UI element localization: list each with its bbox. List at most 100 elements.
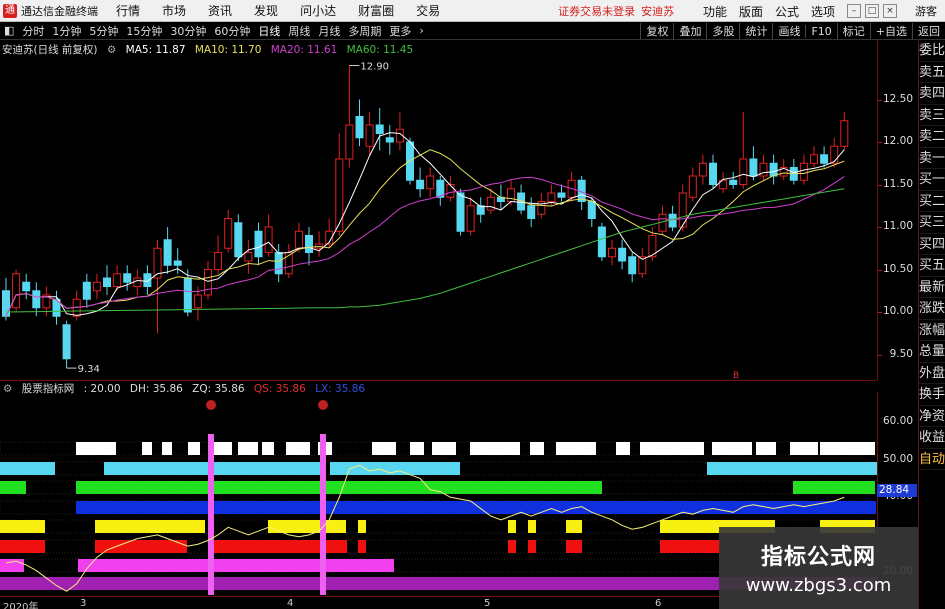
white-block xyxy=(530,442,544,455)
layout-button[interactable]: 版面 xyxy=(739,3,763,20)
candle-body xyxy=(123,273,132,283)
ma5-label: MA5: 11.87 xyxy=(125,44,186,56)
indicator-header: ⚙ 股票指标网 : 20.00 DH: 35.86 ZQ: 35.86 QS: … xyxy=(0,380,877,395)
candle-body xyxy=(486,196,495,211)
sidebar-item[interactable]: 净资 xyxy=(919,406,945,427)
adjust-button[interactable]: 复权 xyxy=(640,23,673,39)
formula-button[interactable]: 公式 xyxy=(775,3,799,20)
red-block xyxy=(528,540,536,553)
sidebar-item[interactable]: 卖一 xyxy=(919,148,945,169)
white-block xyxy=(262,442,274,455)
indicator-current-value: 28.84 xyxy=(877,484,917,497)
candle-body xyxy=(345,124,354,160)
date-label: 3 xyxy=(80,598,87,609)
period-5min[interactable]: 5分钟 xyxy=(85,23,122,39)
ma10-label: MA10: 11.70 xyxy=(194,44,262,56)
sidebar-item[interactable]: 卖三 xyxy=(919,105,945,126)
candle-body xyxy=(739,158,748,185)
red-block xyxy=(95,540,187,553)
stats-button[interactable]: 统计 xyxy=(739,23,772,39)
menu-discover[interactable]: 发现 xyxy=(254,2,278,19)
candle-body xyxy=(698,162,707,177)
guest-label[interactable]: 游客 xyxy=(915,3,937,19)
period-weekly[interactable]: 周线 xyxy=(284,23,314,39)
function-button[interactable]: 功能 xyxy=(703,3,727,20)
mark-button[interactable]: 标记 xyxy=(836,23,870,39)
price-axis-label: 10.00 xyxy=(882,305,913,317)
period-monthly[interactable]: 月线 xyxy=(314,23,344,39)
candle-body xyxy=(527,205,536,219)
candle-body xyxy=(446,184,455,198)
sidebar-item[interactable]: 涨跌 xyxy=(919,298,945,320)
candle-body xyxy=(193,294,202,309)
low-mark-label: 9.34 xyxy=(78,364,100,375)
period-daily[interactable]: 日线 xyxy=(254,23,284,39)
sidebar-item[interactable]: 卖五 xyxy=(919,62,945,83)
menu-ask[interactable]: 问小达 xyxy=(300,2,336,19)
draw-button[interactable]: 画线 xyxy=(772,23,805,39)
sidebar-item[interactable]: 买四 xyxy=(919,234,945,255)
candlestick-chart[interactable]: 12.90 9.34 B xyxy=(0,40,877,380)
price-axis-label: 9.50 xyxy=(889,347,913,360)
candle-body xyxy=(103,277,111,287)
return-button[interactable]: 返回 xyxy=(912,23,945,39)
f10-button[interactable]: F10 xyxy=(805,24,836,38)
settings-icon[interactable]: ⚙ xyxy=(107,44,116,56)
options-button[interactable]: 选项 xyxy=(811,3,835,20)
candle-body xyxy=(82,281,91,300)
sidebar-item[interactable]: 卖四 xyxy=(919,83,945,105)
green-block xyxy=(76,481,602,494)
menu-market[interactable]: 市场 xyxy=(162,2,186,19)
sidebar-item[interactable]: 换手 xyxy=(919,384,945,406)
period-30min[interactable]: 30分钟 xyxy=(166,23,210,39)
white-block xyxy=(790,442,818,455)
red-block xyxy=(566,540,582,553)
period-60min[interactable]: 60分钟 xyxy=(210,23,254,39)
period-tick[interactable]: 分时 xyxy=(18,23,48,39)
sidebar-item[interactable]: 买五 xyxy=(919,255,945,277)
sidebar-item[interactable]: 买一 xyxy=(919,169,945,191)
menu-quote[interactable]: 行情 xyxy=(116,2,140,19)
overlay-button[interactable]: 叠加 xyxy=(673,23,706,39)
sidebar-item[interactable]: 自动 xyxy=(919,449,945,470)
white-block xyxy=(640,442,704,455)
sidebar-item[interactable]: 外盘 xyxy=(919,363,945,384)
period-more[interactable]: 更多 xyxy=(385,23,415,39)
maximize-icon[interactable]: □ xyxy=(865,4,879,18)
sidebar-item[interactable]: 委比 xyxy=(919,40,945,62)
red-block xyxy=(508,540,516,553)
period-15min[interactable]: 15分钟 xyxy=(122,23,166,39)
stock-name-top: 安迪苏 xyxy=(641,4,675,18)
period-1min[interactable]: 1分钟 xyxy=(48,23,85,39)
menu-wealth[interactable]: 财富圈 xyxy=(358,2,394,19)
multi-stock-button[interactable]: 多股 xyxy=(706,23,739,39)
stock-title: 安迪苏(日线 前复权) xyxy=(2,44,98,56)
candle-body xyxy=(466,205,475,232)
back-icon[interactable]: ◧ xyxy=(0,24,18,37)
candle-body xyxy=(507,188,515,202)
more-chevron-icon[interactable]: › xyxy=(415,24,427,37)
sidebar-item[interactable]: 卖二 xyxy=(919,126,945,148)
price-axis-label: 12.00 xyxy=(882,135,913,147)
white-block xyxy=(556,442,596,455)
sidebar-item[interactable]: 最新 xyxy=(919,277,945,298)
sidebar-item[interactable]: 买二 xyxy=(919,191,945,212)
add-watchlist-button[interactable]: +自选 xyxy=(869,23,912,39)
white-block xyxy=(162,442,172,455)
sidebar-item[interactable]: 总量 xyxy=(919,341,945,363)
sidebar-item[interactable]: 买三 xyxy=(919,212,945,234)
candle-body xyxy=(365,124,374,147)
candle-body xyxy=(840,120,849,147)
menu-news[interactable]: 资讯 xyxy=(208,2,232,19)
red-block xyxy=(358,540,366,553)
trade-status[interactable]: 证券交易未登录 xyxy=(558,3,635,19)
candle-body xyxy=(92,281,101,292)
price-axis-tick xyxy=(878,184,882,186)
candle-body xyxy=(224,218,233,249)
minimize-icon[interactable]: – xyxy=(847,4,861,18)
sidebar-item[interactable]: 涨幅 xyxy=(919,320,945,341)
menu-trade[interactable]: 交易 xyxy=(416,2,440,19)
period-multi[interactable]: 多周期 xyxy=(344,23,385,39)
sidebar-item[interactable]: 收益 xyxy=(919,427,945,449)
close-icon[interactable]: × xyxy=(883,4,897,18)
